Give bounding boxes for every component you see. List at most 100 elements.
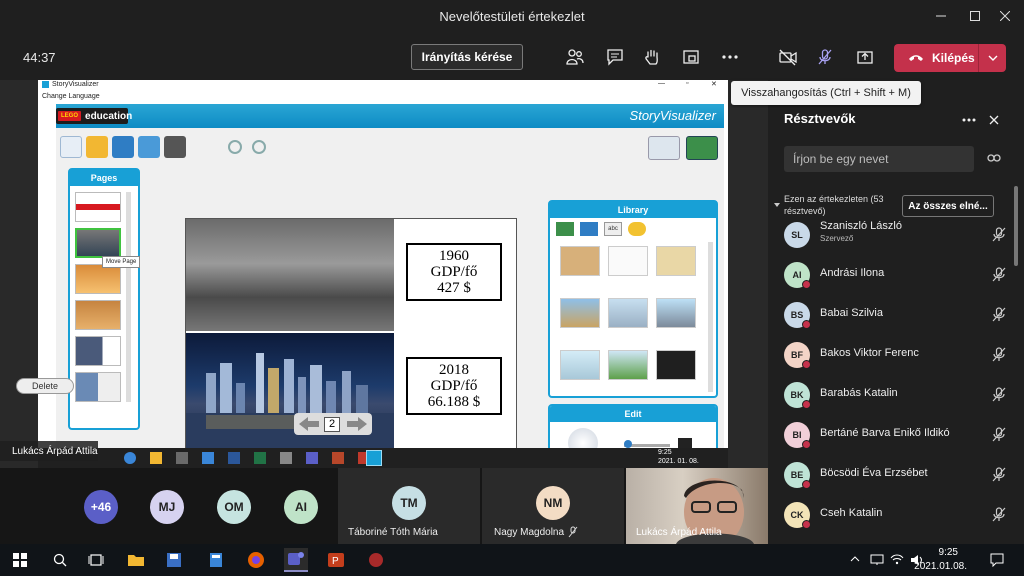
page-thumbnail-6[interactable] — [75, 372, 121, 402]
size-slider-handle[interactable] — [624, 440, 632, 448]
raise-hand-button[interactable] — [639, 44, 665, 70]
page-thumbnail-4[interactable] — [75, 300, 121, 330]
participant-row[interactable]: AI Andrási Ilona — [784, 258, 1006, 294]
presenter-video-tile[interactable]: Lukács Árpád Attila — [626, 468, 768, 544]
save-icon[interactable] — [112, 136, 134, 158]
overflow-count[interactable]: +46 — [84, 490, 118, 524]
gallery-tile[interactable]: NM Nagy Magdolna — [482, 468, 624, 544]
participant-row[interactable]: BE Böcsödi Éva Erzsébet — [784, 458, 1006, 494]
panel-scrollbar[interactable] — [1014, 186, 1018, 266]
change-language-menu[interactable]: Change Language — [42, 93, 100, 100]
redo-icon[interactable] — [252, 140, 266, 154]
gallery-tile[interactable]: TM Táboriné Tóth Mária — [338, 468, 480, 544]
close-panel-icon[interactable] — [989, 115, 999, 125]
participant-row[interactable]: BF Bakos Viktor Ferenc — [784, 338, 1006, 374]
library-item[interactable] — [560, 298, 600, 328]
search-button[interactable] — [48, 548, 72, 572]
participant-row[interactable]: BS Babai Szilvia — [784, 298, 1006, 334]
close-window-button[interactable] — [994, 6, 1016, 26]
calculator-button[interactable] — [204, 548, 228, 572]
collapse-caret-icon[interactable] — [774, 203, 780, 207]
page-thumbnail-2[interactable] — [75, 228, 121, 258]
notifications-icon[interactable] — [990, 553, 1004, 567]
mic-off-icon[interactable] — [992, 387, 1006, 403]
library-item[interactable] — [656, 350, 696, 380]
library-item[interactable] — [560, 350, 600, 380]
taskbar-clock-time[interactable]: 9:25 — [939, 547, 958, 558]
gdp-1960-value: 427 $ — [437, 280, 471, 296]
library-item[interactable] — [608, 298, 648, 328]
mic-toggle-button[interactable] — [812, 44, 838, 70]
page-thumbnail-5[interactable] — [75, 336, 121, 366]
print-icon[interactable] — [164, 136, 186, 158]
tray-expand-icon[interactable] — [850, 556, 860, 562]
pages-scrollbar[interactable] — [126, 192, 131, 402]
participant-row[interactable]: BI Bertáné Barva Enikő Ildikó — [784, 418, 1006, 454]
wifi-icon[interactable] — [890, 553, 904, 565]
mic-off-icon[interactable] — [992, 227, 1006, 243]
library-item[interactable] — [560, 246, 600, 276]
library-tab-effects[interactable] — [628, 222, 646, 236]
webcam-icon[interactable] — [648, 136, 680, 160]
library-item[interactable] — [608, 246, 648, 276]
taskbar-clock-date[interactable]: 2021.01.08. — [914, 561, 967, 572]
mic-off-icon[interactable] — [992, 307, 1006, 323]
gallery-avatar[interactable]: AI — [284, 490, 318, 524]
gallery-avatar[interactable]: OM — [217, 490, 251, 524]
mic-off-icon[interactable] — [992, 347, 1006, 363]
library-tab-text[interactable]: abc — [604, 222, 622, 236]
network-icon[interactable] — [870, 554, 884, 566]
mic-off-icon[interactable] — [992, 427, 1006, 443]
mic-off-icon[interactable] — [992, 467, 1006, 483]
camera-toggle-button[interactable] — [775, 44, 801, 70]
powerpoint-button[interactable]: P — [324, 548, 348, 572]
phone-hangup-icon — [909, 55, 923, 61]
start-button[interactable] — [8, 548, 32, 572]
maximize-button[interactable] — [964, 6, 986, 26]
new-page-icon[interactable] — [60, 136, 82, 158]
chat-button[interactable] — [602, 44, 628, 70]
media-app-button[interactable] — [364, 548, 388, 572]
file-explorer-button[interactable] — [124, 548, 148, 572]
minimize-button[interactable] — [930, 6, 952, 26]
mic-off-icon[interactable] — [992, 507, 1006, 523]
mic-off-icon[interactable] — [992, 267, 1006, 283]
leave-button[interactable]: Kilépés — [894, 44, 1006, 72]
participant-row[interactable]: SL Szaniszló László Szervező — [784, 218, 1006, 254]
lego-education-logo: LEGO education — [56, 108, 132, 124]
library-item[interactable] — [656, 298, 696, 328]
more-options-icon[interactable] — [962, 118, 976, 122]
undo-icon[interactable] — [228, 140, 242, 154]
previous-page-icon[interactable] — [298, 416, 320, 432]
participant-row[interactable]: BK Barabás Katalin — [784, 378, 1006, 414]
request-control-button[interactable]: Irányítás kérése — [411, 44, 523, 70]
open-folder-icon[interactable] — [86, 136, 108, 158]
page-thumbnail-3[interactable] — [75, 264, 121, 294]
next-page-icon[interactable] — [346, 416, 368, 432]
firefox-button[interactable] — [244, 548, 268, 572]
more-actions-button[interactable] — [717, 44, 743, 70]
admit-all-button[interactable]: Az összes elné... — [902, 195, 994, 217]
delete-page-button[interactable]: Delete — [16, 378, 74, 394]
save-app-button[interactable] — [162, 548, 186, 572]
save-as-icon[interactable] — [138, 136, 160, 158]
teams-button[interactable] — [284, 548, 308, 572]
share-invite-link-icon[interactable] — [987, 153, 1001, 163]
library-tab-backgrounds[interactable] — [580, 222, 598, 236]
participant-search-input[interactable] — [784, 146, 974, 172]
page-thumbnail-1[interactable] — [75, 192, 121, 222]
share-screen-button[interactable] — [852, 44, 878, 70]
library-item[interactable] — [656, 246, 696, 276]
participant-row[interactable]: CK Cseh Katalin — [784, 498, 1006, 534]
color-swatch[interactable] — [678, 438, 692, 448]
remote-clock-date: 2021. 01. 08. — [658, 458, 699, 465]
gallery-avatar[interactable]: MJ — [150, 490, 184, 524]
library-scrollbar[interactable] — [708, 242, 713, 392]
task-view-button[interactable] — [84, 548, 108, 572]
library-item[interactable] — [608, 350, 648, 380]
rooms-button[interactable] — [678, 44, 704, 70]
camera-off-icon — [779, 49, 797, 66]
add-image-icon[interactable] — [686, 136, 718, 160]
participants-button[interactable] — [562, 44, 588, 70]
library-tab-images[interactable] — [556, 222, 574, 236]
